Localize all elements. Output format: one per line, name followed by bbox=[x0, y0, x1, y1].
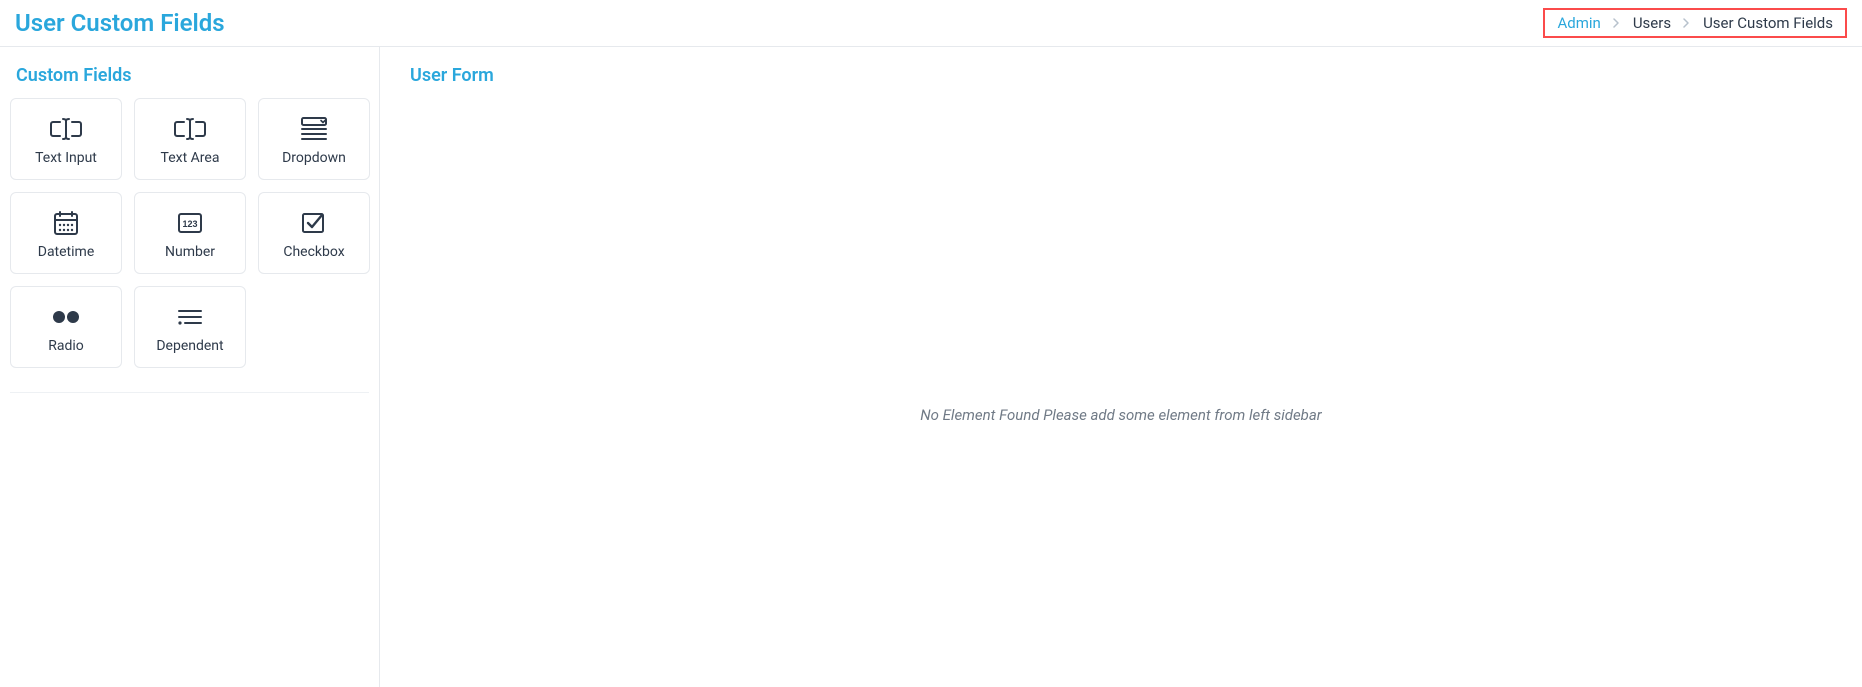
text-area-icon bbox=[173, 112, 207, 146]
datetime-icon bbox=[52, 206, 80, 240]
chevron-right-icon bbox=[1683, 18, 1691, 28]
field-label: Dependent bbox=[156, 338, 223, 354]
field-type-grid: Text Input Text Area bbox=[10, 98, 369, 393]
user-form-canvas: User Form No Element Found Please add so… bbox=[380, 47, 1862, 687]
dropdown-icon bbox=[299, 112, 329, 146]
field-label: Datetime bbox=[38, 244, 95, 260]
empty-state-message: No Element Found Please add some element… bbox=[410, 406, 1832, 424]
custom-fields-sidebar: Custom Fields Text Input bbox=[0, 47, 380, 687]
main-title: User Form bbox=[410, 65, 1832, 86]
page-title: User Custom Fields bbox=[15, 9, 225, 37]
field-label: Text Area bbox=[161, 150, 220, 166]
field-checkbox[interactable]: Checkbox bbox=[258, 192, 370, 274]
breadcrumb-current: User Custom Fields bbox=[1703, 14, 1833, 32]
field-label: Dropdown bbox=[282, 150, 346, 166]
field-text-input[interactable]: Text Input bbox=[10, 98, 122, 180]
svg-text:123: 123 bbox=[182, 219, 197, 229]
breadcrumb-admin[interactable]: Admin bbox=[1557, 14, 1600, 32]
field-dependent[interactable]: Dependent bbox=[134, 286, 246, 368]
breadcrumb-users[interactable]: Users bbox=[1633, 14, 1671, 32]
field-radio[interactable]: Radio bbox=[10, 286, 122, 368]
dependent-icon bbox=[175, 300, 205, 334]
text-input-icon bbox=[49, 112, 83, 146]
field-dropdown[interactable]: Dropdown bbox=[258, 98, 370, 180]
radio-icon bbox=[48, 300, 84, 334]
field-number[interactable]: 123 Number bbox=[134, 192, 246, 274]
checkbox-icon bbox=[299, 206, 329, 240]
field-label: Radio bbox=[48, 338, 84, 354]
field-label: Text Input bbox=[35, 150, 97, 166]
field-datetime[interactable]: Datetime bbox=[10, 192, 122, 274]
breadcrumb: Admin Users User Custom Fields bbox=[1543, 8, 1847, 38]
page-header: User Custom Fields Admin Users User Cust… bbox=[0, 0, 1862, 47]
chevron-right-icon bbox=[1613, 18, 1621, 28]
field-text-area[interactable]: Text Area bbox=[134, 98, 246, 180]
number-icon: 123 bbox=[175, 206, 205, 240]
sidebar-title: Custom Fields bbox=[10, 65, 369, 86]
field-label: Number bbox=[165, 244, 215, 260]
field-label: Checkbox bbox=[283, 244, 344, 260]
